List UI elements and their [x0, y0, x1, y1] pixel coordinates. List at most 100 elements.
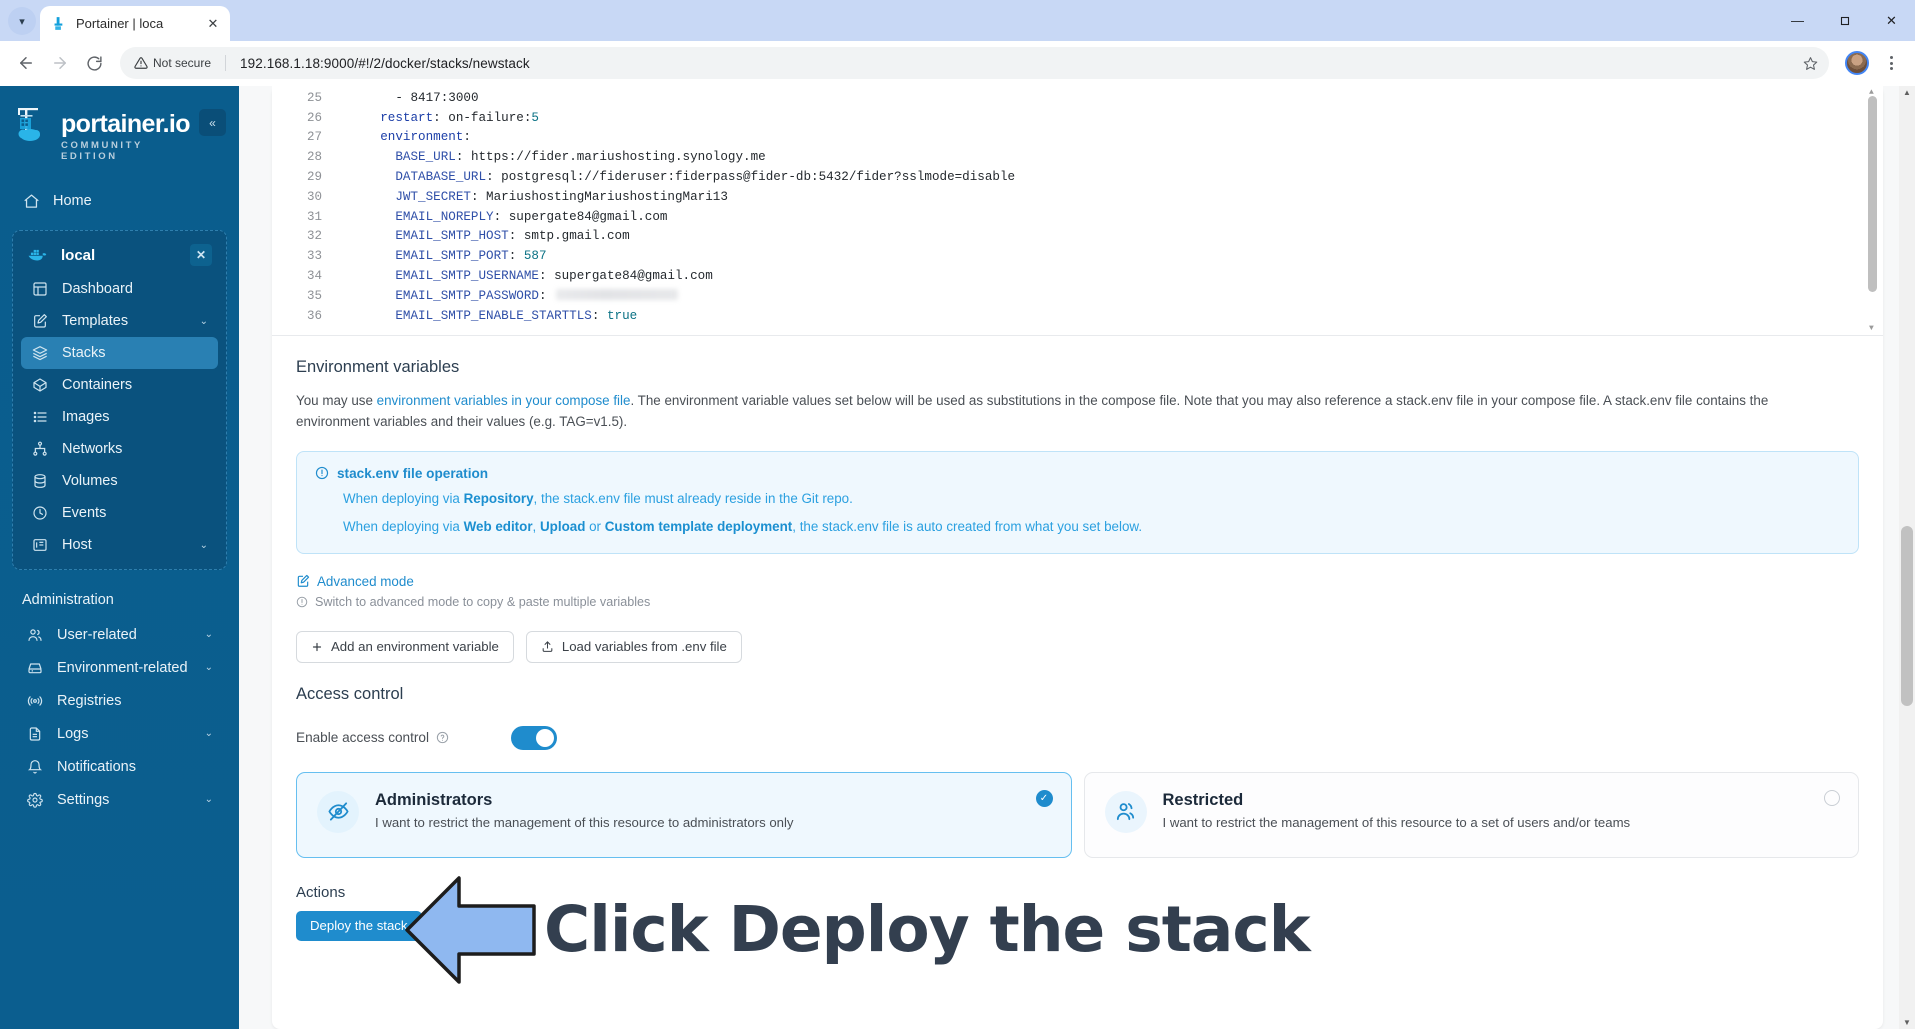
code-line-text[interactable]: EMAIL_SMTP_USERNAME: supergate84@gmail.c…	[336, 269, 712, 283]
code-token: 5	[531, 110, 539, 125]
code-token: BASE_URL	[395, 150, 456, 165]
back-arrow-icon[interactable]	[10, 47, 42, 79]
code-line-text[interactable]: - 8417:3000	[336, 91, 478, 105]
enable-access-control-toggle[interactable]	[511, 725, 557, 750]
chevron-down-icon[interactable]: ⌄	[205, 629, 213, 640]
infobox-line2-c: ,	[532, 518, 540, 534]
code-line-text[interactable]: EMAIL_SMTP_PASSWORD:	[336, 288, 679, 303]
forward-arrow-icon[interactable]	[44, 47, 76, 79]
home-icon	[22, 192, 40, 210]
page-scroll-up-icon[interactable]: ▲	[1899, 88, 1915, 97]
infobox-line2-e: or	[585, 518, 605, 534]
stack-form-card: 25 - 8417:3000 26 restart: on-failure:5 27…	[272, 86, 1883, 1029]
code-line-text[interactable]: EMAIL_NOREPLY: supergate84@gmail.com	[336, 210, 667, 224]
sidebar-item-volumes[interactable]: Volumes	[21, 465, 218, 497]
sidebar-item-events[interactable]: Events	[21, 497, 218, 529]
radio-empty-icon[interactable]	[1824, 789, 1840, 806]
code-token: EMAIL_SMTP_PORT	[395, 249, 509, 264]
tab-close-icon[interactable]: ✕	[204, 15, 222, 33]
kebab-menu-icon[interactable]	[1877, 49, 1905, 77]
code-line-text[interactable]: EMAIL_SMTP_ENABLE_STARTTLS: true	[336, 309, 637, 323]
sidebar-item-logs[interactable]: Logs ⌄	[16, 717, 223, 750]
sidebar-item-settings[interactable]: Settings ⌄	[16, 783, 223, 816]
code-line-text[interactable]: EMAIL_SMTP_HOST: smtp.gmail.com	[336, 229, 629, 243]
chevron-down-icon[interactable]: ⌄	[200, 540, 208, 551]
sidebar-collapse-button[interactable]: «	[198, 109, 226, 136]
chevron-down-icon[interactable]: ⌄	[205, 662, 213, 673]
code-line-text[interactable]: JWT_SECRET: MariushostingMariushostingMa…	[336, 190, 728, 204]
load-variables-from-env-file-button[interactable]: Load variables from .env file	[525, 630, 742, 663]
app-shell: portainer.io COMMUNITY EDITION « Home lo…	[0, 86, 1915, 1029]
sidebar-item-host[interactable]: Host ⌄	[21, 529, 218, 561]
window-close-icon[interactable]: ✕	[1868, 0, 1915, 41]
access-option-administrators[interactable]: Administrators I want to restrict the ma…	[296, 771, 1072, 858]
code-line-text[interactable]: EMAIL_SMTP_PORT: 587	[336, 249, 547, 264]
line-number: 29	[272, 170, 336, 185]
actions-section: Actions Deploy the stack Click Deploy th…	[296, 876, 1859, 984]
sidebar-item-networks[interactable]: Networks	[21, 433, 218, 465]
tab-search-dropdown-icon[interactable]: ▾	[8, 7, 36, 35]
docker-whale-icon	[27, 247, 49, 263]
url-text[interactable]: 192.168.1.18:9000/#!/2/docker/stacks/new…	[232, 56, 1791, 71]
deploy-the-stack-button[interactable]: Deploy the stack	[296, 910, 422, 941]
browser-tab[interactable]: Portainer | loca ✕	[40, 6, 230, 41]
code-token: 587	[523, 249, 547, 264]
desc-part-1: You may use	[296, 393, 377, 408]
infobox-line2-d: Upload	[540, 518, 586, 534]
infobox-line2-b: Web editor	[463, 518, 533, 534]
plus-icon	[311, 641, 323, 653]
images-list-icon	[31, 408, 49, 426]
sidebar-item-registries[interactable]: Registries	[16, 684, 223, 717]
dashboard-icon	[31, 280, 49, 298]
chevron-down-icon[interactable]: ⌄	[205, 794, 213, 805]
page-scrollbar[interactable]: ▲ ▼	[1899, 86, 1915, 1029]
sidebar-item-notifications[interactable]: Notifications	[16, 750, 223, 783]
chevron-down-icon[interactable]: ⌄	[205, 728, 213, 739]
sidebar-item-images[interactable]: Images	[21, 401, 218, 433]
sidebar-item-containers[interactable]: Containers	[21, 369, 218, 401]
address-bar[interactable]: Not secure 192.168.1.18:9000/#!/2/docker…	[120, 47, 1829, 79]
profile-avatar[interactable]	[1845, 51, 1869, 75]
sidebar-item-home[interactable]: Home	[12, 184, 227, 218]
advanced-mode-hint: Switch to advanced mode to copy & paste …	[296, 595, 1859, 609]
sidebar-item-stacks[interactable]: Stacks	[21, 337, 218, 369]
container-box-icon	[31, 376, 49, 394]
window-maximize-icon[interactable]	[1821, 0, 1868, 41]
code-line: 29 DATABASE_URL: postgresql://fideruser:…	[272, 167, 1883, 187]
chevron-down-icon[interactable]: ⌄	[200, 316, 208, 327]
editor-scroll-thumb[interactable]	[1868, 96, 1877, 292]
environment-close-icon[interactable]: ✕	[190, 244, 212, 266]
code-line-text[interactable]: restart: on-failure:5	[336, 111, 539, 125]
question-circle-icon[interactable]	[436, 731, 449, 744]
access-option-desc: I want to restrict the management of thi…	[375, 814, 794, 830]
advanced-mode-toggle[interactable]: Advanced mode	[296, 574, 1859, 589]
infobox-line2-a: When deploying via	[343, 518, 464, 534]
sidebar-item-dashboard[interactable]: Dashboard	[21, 273, 218, 305]
reload-icon[interactable]	[78, 47, 110, 79]
compose-editor[interactable]: 25 - 8417:3000 26 restart: on-failure:5 27…	[272, 86, 1883, 336]
editor-scrollbar[interactable]: ▲ ▼	[1868, 88, 1877, 333]
scroll-down-icon[interactable]: ▼	[1869, 324, 1874, 333]
env-variables-title: Environment variables	[296, 358, 460, 376]
access-option-restricted[interactable]: Restricted I want to restrict the manage…	[1083, 771, 1859, 858]
security-status[interactable]: Not secure	[134, 56, 219, 70]
code-line-text[interactable]: environment:	[336, 130, 471, 144]
env-variables-description: You may use environment variables in you…	[296, 391, 1796, 433]
page-scroll-thumb[interactable]	[1901, 526, 1913, 706]
bookmark-star-icon[interactable]	[1797, 50, 1823, 76]
sidebar-brand[interactable]: portainer.io COMMUNITY EDITION «	[0, 86, 239, 162]
code-line-text[interactable]: DATABASE_URL: postgresql://fideruser:fid…	[336, 170, 1015, 184]
code-line-text[interactable]: BASE_URL: https://fider.mariushosting.sy…	[336, 150, 765, 165]
add-environment-variable-button[interactable]: Add an environment variable	[296, 630, 514, 663]
compose-env-link[interactable]: environment variables in your compose fi…	[377, 393, 631, 408]
sidebar-item-templates[interactable]: Templates ⌄	[21, 305, 218, 337]
sidebar-item-environment-related[interactable]: Environment-related ⌄	[16, 651, 223, 684]
sidebar-item-user-related[interactable]: User-related ⌄	[16, 618, 223, 651]
sidebar-environment-header[interactable]: local ✕	[17, 237, 222, 273]
page-scroll-down-icon[interactable]: ▼	[1899, 1018, 1915, 1027]
document-lines-icon	[26, 725, 44, 743]
code-token: DATABASE_URL	[395, 170, 487, 185]
eye-slash-icon	[317, 790, 359, 833]
window-minimize-icon[interactable]: —	[1774, 0, 1821, 41]
code-token: : postgresql://fideruser:fiderpass@fider…	[486, 170, 1016, 185]
